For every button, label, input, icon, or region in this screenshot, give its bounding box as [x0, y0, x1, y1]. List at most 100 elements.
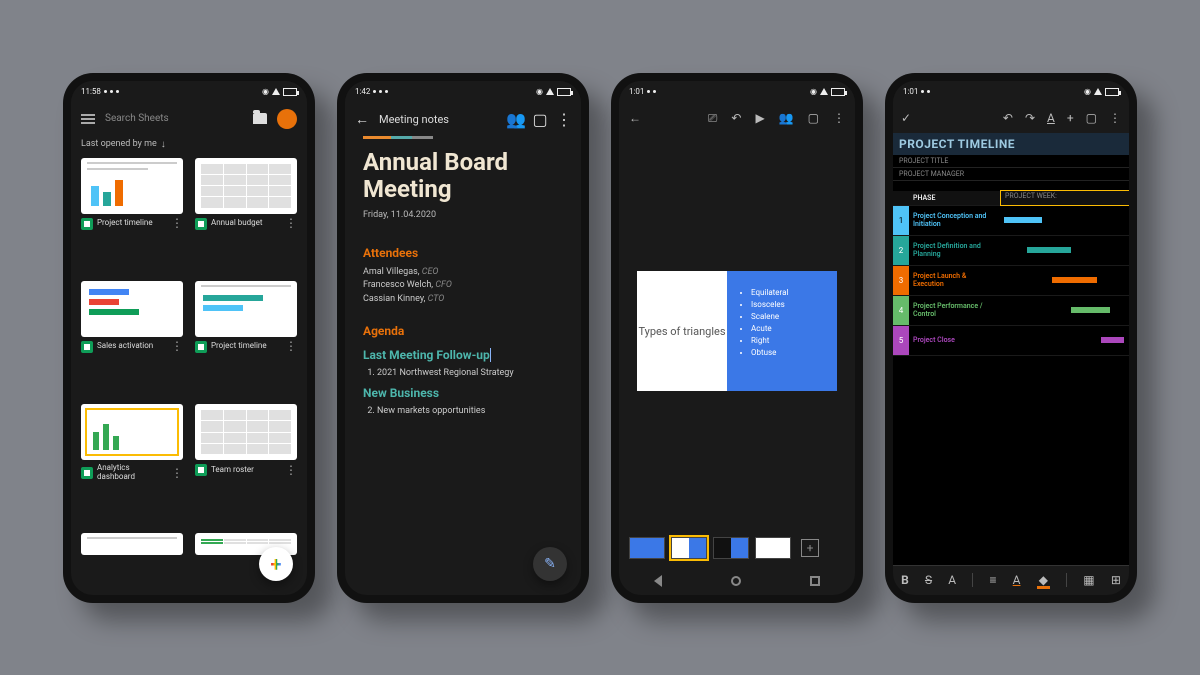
search-input[interactable]: Search Sheets	[105, 113, 243, 124]
more-icon[interactable]: ⋮	[171, 221, 183, 226]
share-icon[interactable]: 👥	[779, 111, 794, 125]
slide: Types of triangles Equilateral Isosceles…	[637, 271, 837, 391]
status-time: 11:58	[81, 87, 101, 96]
file-item[interactable]	[81, 533, 183, 594]
file-item[interactable]: Annual budget ⋮	[195, 158, 297, 273]
bold-button[interactable]: B	[901, 573, 909, 587]
sheets-icon	[195, 341, 207, 353]
more-icon[interactable]: ⋮	[1109, 111, 1121, 125]
comment-icon[interactable]: ▢	[533, 112, 547, 126]
strike-button[interactable]: S	[925, 573, 932, 587]
table-row[interactable]: 4 Project Performance / Control	[893, 296, 1129, 326]
back-icon[interactable]: ←	[355, 111, 369, 128]
doc-heading: Annual Board Meeting	[363, 149, 563, 204]
table-row[interactable]: 5 Project Close	[893, 326, 1129, 356]
table-row[interactable]: 1 Project Conception and Initiation	[893, 206, 1129, 236]
file-item[interactable]: Team roster ⋮	[195, 404, 297, 525]
wifi-icon: ◉	[810, 87, 817, 96]
menu-icon[interactable]	[81, 114, 95, 124]
sort-arrow-icon: ↓	[161, 139, 166, 150]
undo-icon[interactable]: ↶	[1003, 111, 1013, 125]
sheet-sub-label: PROJECT TITLE	[899, 157, 948, 165]
play-icon[interactable]: ▶	[755, 111, 764, 125]
format-icon[interactable]: A	[1047, 111, 1055, 125]
slide-title: Types of triangles	[637, 271, 727, 391]
wifi-icon: ◉	[1084, 87, 1091, 96]
sheet-title: PROJECT TIMELINE	[893, 133, 1129, 155]
slide-content: Equilateral Isosceles Scalene Acute Righ…	[727, 271, 837, 391]
undo-icon[interactable]: ↶	[731, 111, 741, 125]
sheets-icon	[81, 218, 93, 230]
format-bar: B S A ≡ A ◆ ▦ ⊞	[893, 565, 1129, 595]
file-name: Sales activation	[97, 342, 167, 351]
back-icon[interactable]: ←	[629, 111, 641, 125]
filmstrip: +	[619, 529, 855, 567]
document-title[interactable]: Meeting notes	[379, 113, 499, 126]
table-row[interactable]: 3 Project Launch & Execution	[893, 266, 1129, 296]
newbusiness-list: New markets opportunities	[363, 406, 563, 416]
share-icon[interactable]: 👥	[509, 112, 523, 126]
battery-icon	[283, 88, 297, 96]
new-file-fab[interactable]: +	[259, 547, 293, 581]
document-body[interactable]: Annual Board Meeting Friday, 11.04.2020 …	[345, 136, 581, 595]
more-icon[interactable]: ⋮	[285, 468, 297, 473]
redo-icon[interactable]: ↷	[1025, 111, 1035, 125]
table-row[interactable]: 2 Project Definition and Planning	[893, 236, 1129, 266]
cast-icon[interactable]: ⎚	[708, 111, 718, 126]
sort-bar[interactable]: Last opened by me ↓	[71, 135, 307, 158]
file-name: Annual budget	[211, 219, 281, 228]
search-bar: Search Sheets	[71, 103, 307, 135]
borders-button[interactable]: ▦	[1083, 573, 1094, 587]
newbusiness-heading: New Business	[363, 386, 563, 400]
slide-canvas[interactable]: Types of triangles Equilateral Isosceles…	[619, 134, 855, 529]
more-icon[interactable]: ⋮	[557, 112, 571, 126]
app-bar: ← Meeting notes 👥 ▢ ⋮	[345, 103, 581, 136]
nav-recent-icon[interactable]	[810, 576, 820, 586]
more-icon[interactable]: ⋮	[285, 221, 297, 226]
more-icon[interactable]: ⋮	[285, 344, 297, 349]
file-item[interactable]: Project timeline ⋮	[81, 158, 183, 273]
slide-thumb[interactable]	[713, 537, 749, 559]
file-item[interactable]: Sales activation ⋮	[81, 281, 183, 396]
text-color-button[interactable]: A	[1013, 573, 1021, 587]
avatar[interactable]	[277, 109, 297, 129]
wifi-icon: ◉	[536, 87, 543, 96]
nav-back-icon[interactable]	[654, 575, 662, 587]
merge-button[interactable]: ⊞	[1111, 573, 1121, 587]
followup-heading: Last Meeting Follow-up	[363, 348, 563, 362]
phone-slides-editor: 1:01 ◉ ← ⎚ ↶ ▶ 👥 ▢ ⋮ Types of triangles	[611, 73, 863, 603]
more-icon[interactable]: ⋮	[171, 344, 183, 349]
slide-thumb[interactable]	[755, 537, 791, 559]
more-icon[interactable]: ⋮	[171, 471, 183, 476]
comment-icon[interactable]: ▢	[1086, 111, 1097, 125]
edit-fab[interactable]: ✎	[533, 547, 567, 581]
align-button[interactable]: ≡	[989, 573, 996, 587]
followup-list: 2021 Northwest Regional Strategy	[363, 368, 563, 378]
phone-sheets-home: 11:58 ◉ Search Sheets Last opened by me …	[63, 73, 315, 603]
format-text-button[interactable]: A	[948, 573, 956, 587]
phone-sheets-editor: 1:01 ◉ ✓ ↶ ↷ A + ▢ ⋮ PROJECT TIMELINE PR…	[885, 73, 1137, 603]
slides-toolbar: ← ⎚ ↶ ▶ 👥 ▢ ⋮	[619, 103, 855, 134]
add-icon[interactable]: +	[1067, 111, 1074, 125]
file-item[interactable]: Analytics dashboard ⋮	[81, 404, 183, 525]
file-grid: Project timeline ⋮ Annual budget ⋮	[71, 158, 307, 595]
attendee: Amal Villegas, CEO	[363, 266, 563, 280]
nav-home-icon[interactable]	[731, 576, 741, 586]
attendee: Cassian Kinney, CTO	[363, 293, 563, 307]
slide-thumb[interactable]	[629, 537, 665, 559]
file-name: Analytics dashboard	[97, 464, 167, 482]
spreadsheet-area[interactable]: PROJECT TIMELINE PROJECT TITLE PROJECT M…	[893, 133, 1129, 565]
slide-thumb-selected[interactable]	[671, 537, 707, 559]
sheets-icon	[81, 467, 93, 479]
agenda-heading: Agenda	[363, 324, 563, 338]
add-slide-button[interactable]: +	[801, 539, 819, 557]
fill-color-button[interactable]: ◆	[1037, 573, 1050, 587]
sheet-sub-label: PROJECT MANAGER	[899, 170, 964, 178]
comment-icon[interactable]: ▢	[808, 111, 819, 125]
status-time: 1:01	[903, 87, 918, 96]
check-icon[interactable]: ✓	[901, 111, 911, 125]
folder-icon[interactable]	[253, 113, 267, 124]
file-item[interactable]: Project timeline ⋮	[195, 281, 297, 396]
more-icon[interactable]: ⋮	[833, 111, 845, 125]
status-bar: 1:42 ◉	[345, 81, 581, 103]
